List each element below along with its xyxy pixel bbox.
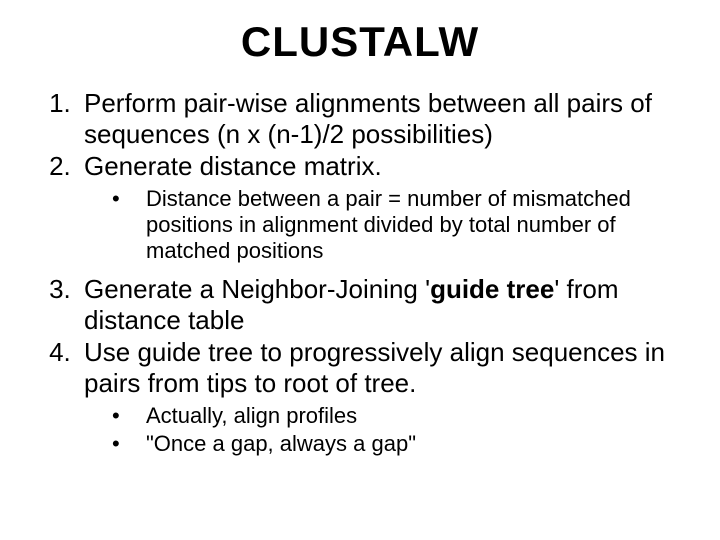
slide: CLUSTALW Perform pair-wise alignments be… [0, 0, 720, 540]
slide-title: CLUSTALW [30, 18, 690, 66]
step-2-sub-a: Distance between a pair = number of mism… [112, 186, 690, 264]
step-3: Generate a Neighbor-Joining 'guide tree'… [78, 274, 690, 335]
step-4-sub-b: "Once a gap, always a gap" [112, 431, 690, 457]
step-2-text: Generate distance matrix. [84, 151, 382, 181]
step-3-bold: guide tree [430, 274, 554, 304]
step-4-text: Use guide tree to progressively align se… [84, 337, 665, 398]
step-1: Perform pair-wise alignments between all… [78, 88, 690, 149]
step-3-pre: Generate a Neighbor-Joining ' [84, 274, 430, 304]
main-list: Perform pair-wise alignments between all… [30, 88, 690, 456]
step-4-sub-a: Actually, align profiles [112, 403, 690, 429]
step-2: Generate distance matrix. Distance betwe… [78, 151, 690, 264]
step-4-sublist: Actually, align profiles "Once a gap, al… [84, 403, 690, 457]
step-2-sublist: Distance between a pair = number of mism… [84, 186, 690, 264]
step-4: Use guide tree to progressively align se… [78, 337, 690, 456]
